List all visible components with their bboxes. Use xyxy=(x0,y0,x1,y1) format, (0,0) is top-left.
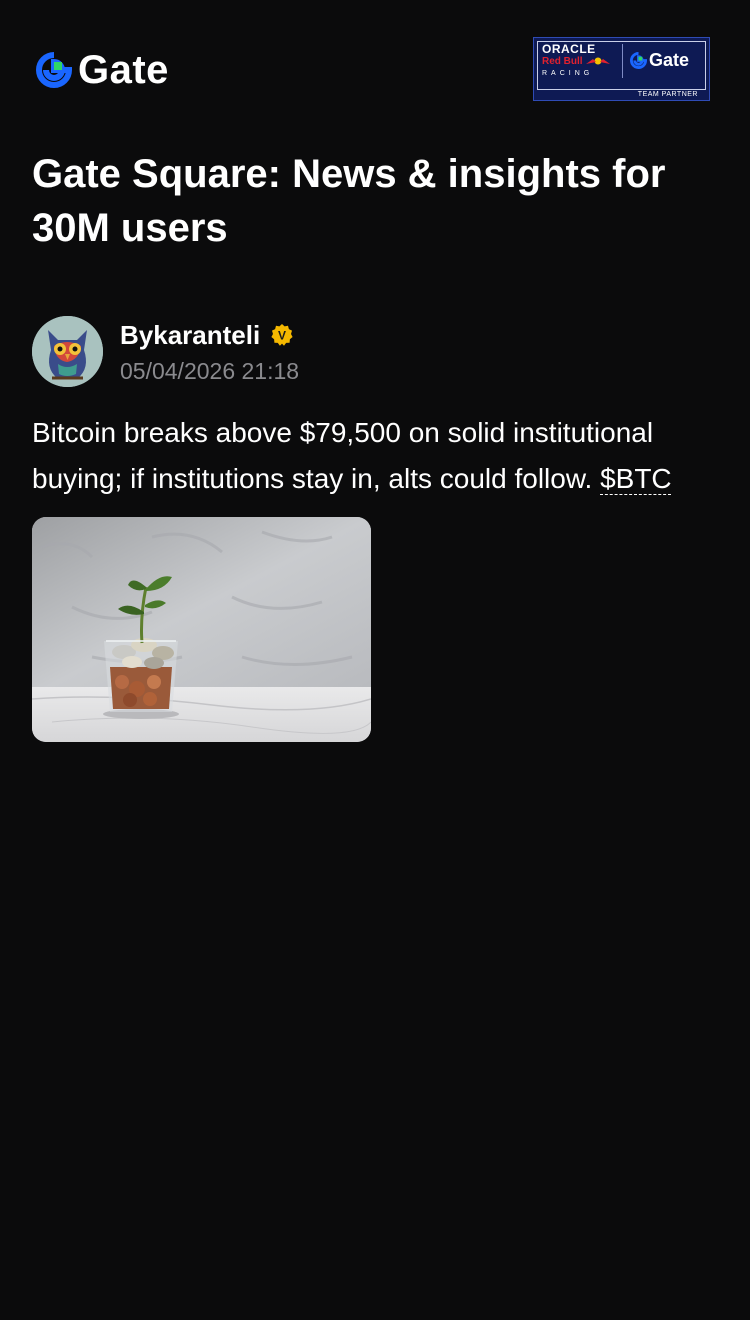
page-title: Gate Square: News & insights for 30M use… xyxy=(32,152,666,250)
avatar[interactable] xyxy=(32,316,103,387)
gate-logo-icon xyxy=(36,52,72,88)
team-partner-badge: ORACLE Red Bull RACING Gate TEAM PARTNER xyxy=(533,37,710,101)
oracle-red-bull-racing-logo: ORACLE Red Bull RACING xyxy=(542,43,620,79)
post-card: Bykaranteli V 05/04/2026 21:18 Bitcoin b… xyxy=(32,316,722,742)
racing-label: RACING xyxy=(542,70,594,77)
team-partner-label: TEAM PARTNER xyxy=(634,90,701,99)
gate-logo[interactable]: Gate xyxy=(36,50,169,90)
post-image[interactable] xyxy=(32,517,371,742)
badge-gate-logo: Gate xyxy=(630,51,689,69)
logo-text: Gate xyxy=(78,48,169,92)
badge-gate-text: Gate xyxy=(649,50,690,70)
post-body-text: Bitcoin breaks above $79,500 on solid in… xyxy=(32,417,654,494)
red-bull-label: Red Bull xyxy=(542,56,620,68)
post-author-row: Bykaranteli V 05/04/2026 21:18 xyxy=(32,316,722,388)
coin-jar-plant-image xyxy=(32,517,371,742)
red-bull-text: Red Bull xyxy=(542,56,583,67)
app-header: Gate ORACLE Red Bull RACING Gate TEAM PA… xyxy=(0,0,750,130)
post-body: Bitcoin breaks above $79,500 on solid in… xyxy=(32,410,732,502)
page: Gate ORACLE Red Bull RACING Gate TEAM PA… xyxy=(0,0,750,1320)
owl-avatar-icon xyxy=(32,316,103,387)
author-name[interactable]: Bykaranteli V xyxy=(120,319,294,351)
gate-logo-small-icon xyxy=(630,51,647,69)
verified-badge-letter: V xyxy=(278,329,286,343)
badge-divider xyxy=(622,44,623,78)
verified-badge-icon: V xyxy=(271,324,293,346)
ticker-link-btc[interactable]: $BTC xyxy=(600,463,672,494)
post-timestamp: 05/04/2026 21:18 xyxy=(120,358,300,384)
author-name-text: Bykaranteli xyxy=(120,320,261,350)
red-bull-icon xyxy=(586,57,611,65)
oracle-label: ORACLE xyxy=(542,42,596,56)
